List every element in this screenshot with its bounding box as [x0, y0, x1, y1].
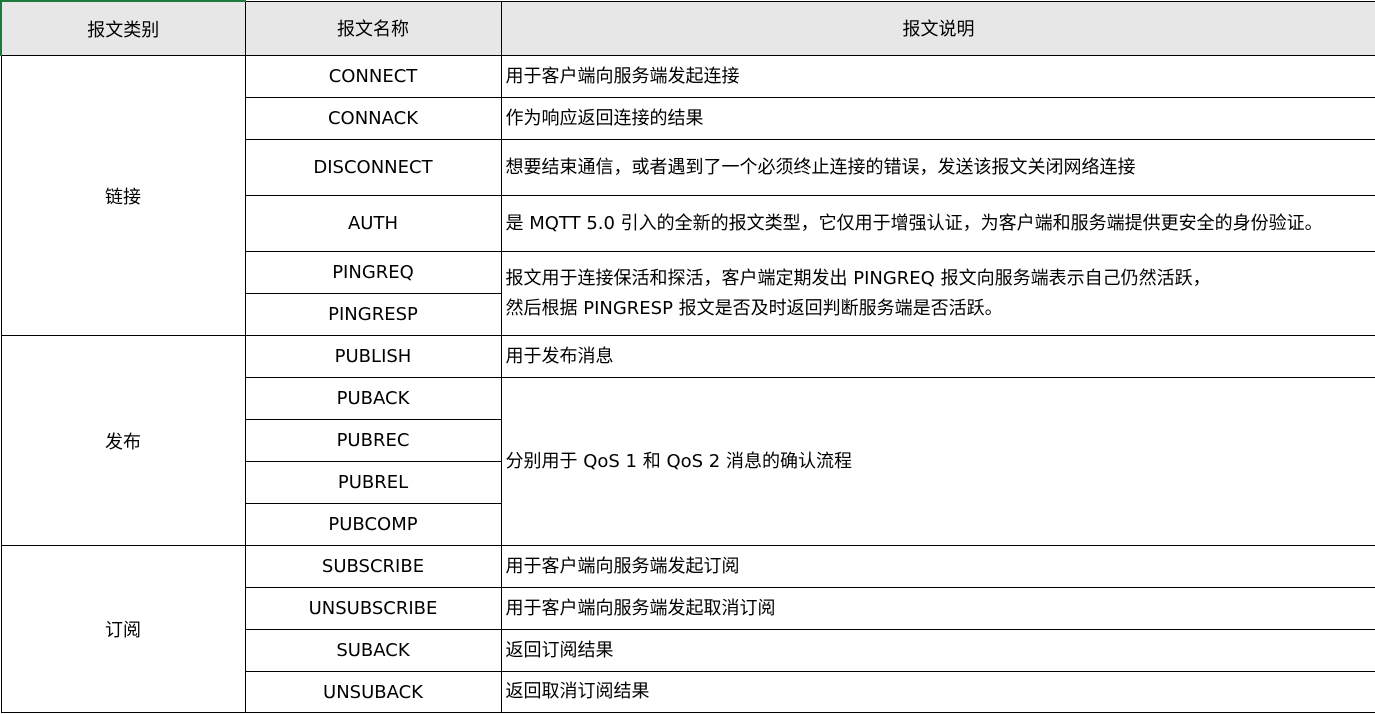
packet-name-cell: PINGRESP: [244, 293, 502, 336]
packet-name-cell: CONNECT: [244, 55, 502, 98]
packet-name-cell: UNSUBSCRIBE: [244, 587, 502, 630]
table-row: 链接 CONNECT 用于客户端向服务端发起连接: [0, 55, 1375, 336]
header-description: 报文说明: [500, 0, 1375, 56]
packet-name-cell: PUBACK: [244, 377, 502, 420]
header-row: 报文类别 报文名称 报文说明: [0, 0, 1375, 56]
packet-name-cell: PUBLISH: [244, 335, 502, 378]
packet-desc-cell: 想要结束通信，或者遇到了一个必须终止连接的错误，发送该报文关闭网络连接: [500, 139, 1375, 196]
packet-name-cell: PINGREQ: [244, 251, 502, 294]
header-name: 报文名称: [244, 0, 502, 56]
packet-name-cell: SUBSCRIBE: [244, 545, 502, 588]
ping-desc-line: 然后根据 PINGRESP 报文是否及时返回判断服务端是否活跃。: [505, 297, 1003, 319]
packet-name-cell: PUBREL: [244, 461, 502, 504]
packet-name-cell: PUBCOMP: [244, 503, 502, 546]
packet-desc-cell: 返回取消订阅结果: [500, 671, 1375, 713]
category-cell-connect: 链接: [0, 55, 246, 336]
packet-desc-cell: 用于客户端向服务端发起取消订阅: [500, 587, 1375, 630]
packet-desc-cell-qos: 分别用于 QoS 1 和 QoS 2 消息的确认流程: [500, 377, 1375, 546]
mqtt-packet-table: 报文类别 报文名称 报文说明 链接 CONNECT 用于客户端向服务端发起连接 …: [0, 0, 1375, 713]
packet-desc-cell: 是 MQTT 5.0 引入的全新的报文类型，它仅用于增强认证，为客户端和服务端提…: [500, 195, 1375, 252]
packet-name-cell: UNSUBACK: [244, 671, 502, 713]
packet-desc-cell: 返回订阅结果: [500, 629, 1375, 672]
packet-desc-cell: 用于发布消息: [500, 335, 1375, 378]
table-row: 订阅 SUBSCRIBE 用于客户端向服务端发起订阅: [0, 545, 1375, 713]
category-cell-subscribe: 订阅: [0, 545, 246, 713]
packet-desc-cell: 用于客户端向服务端发起订阅: [500, 545, 1375, 588]
packet-name-cell: CONNACK: [244, 97, 502, 140]
category-cell-publish: 发布: [0, 335, 246, 546]
table-row: 发布 PUBLISH 用于发布消息: [0, 335, 1375, 546]
packet-name-cell: SUBACK: [244, 629, 502, 672]
packet-name-cell: AUTH: [244, 195, 502, 252]
ping-desc-line: 报文用于连接保活和探活，客户端定期发出 PINGREQ 报文向服务端表示自己仍然…: [505, 267, 1211, 289]
packet-desc-cell-ping: 报文用于连接保活和探活，客户端定期发出 PINGREQ 报文向服务端表示自己仍然…: [500, 251, 1375, 336]
packet-name-cell: PUBREC: [244, 419, 502, 462]
packet-desc-cell: 用于客户端向服务端发起连接: [500, 55, 1375, 98]
packet-desc-cell: 作为响应返回连接的结果: [500, 97, 1375, 140]
header-category: 报文类别: [0, 0, 246, 56]
packet-name-cell: DISCONNECT: [244, 139, 502, 196]
